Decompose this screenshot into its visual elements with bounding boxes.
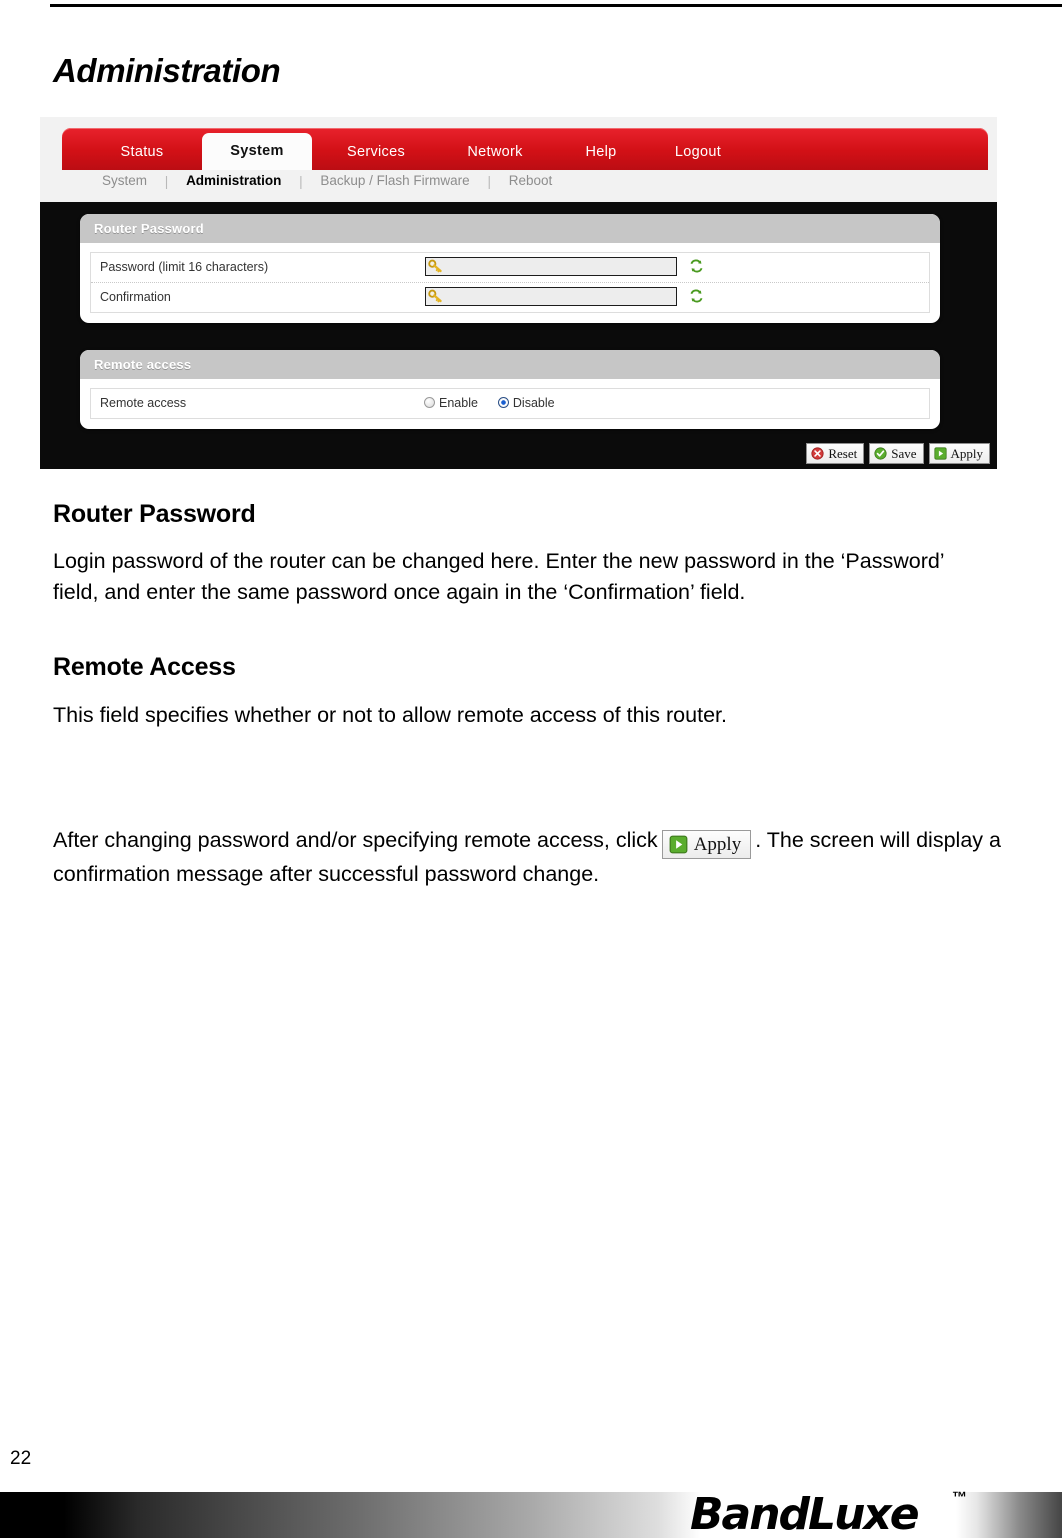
password-input[interactable] <box>425 257 677 276</box>
radio-enable-label: Enable <box>439 396 478 410</box>
save-check-icon <box>874 447 887 460</box>
router-ui-content: Router Password Password (limit 16 chara… <box>40 202 997 469</box>
subnav-item-backup-flash-firmware[interactable]: Backup / Flash Firmware <box>318 173 471 188</box>
refresh-icon[interactable] <box>689 288 704 304</box>
radio-disable-label: Disable <box>512 396 555 410</box>
router-password-panel-heading: Router Password <box>80 214 940 243</box>
reset-x-icon <box>811 447 824 460</box>
tab-system[interactable]: System <box>202 133 312 170</box>
apply-button-label: Apply <box>950 446 984 461</box>
main-tab-bar: Status System Services Network Help Logo… <box>62 128 988 170</box>
radio-disable-icon[interactable] <box>497 397 509 408</box>
router-ui-screenshot: Status System Services Network Help Logo… <box>40 117 997 469</box>
subnav-item-reboot[interactable]: Reboot <box>507 173 555 188</box>
page-title: Administration <box>53 52 281 89</box>
tab-services[interactable]: Services <box>320 135 432 170</box>
sub-nav-bar: System | Administration | Backup / Flash… <box>100 173 555 189</box>
section-heading-remote-access: Remote Access <box>53 653 236 681</box>
password-field-label: Password (limit 16 characters) <box>100 260 269 274</box>
closing-paragraph: After changing password and/or specifyin… <box>53 825 1003 890</box>
confirmation-field-row: Confirmation <box>91 282 929 312</box>
key-icon <box>428 259 442 273</box>
remote-access-panel: Remote access Remote access Enable Disab… <box>80 350 940 429</box>
router-password-panel: Router Password Password (limit 16 chara… <box>80 214 940 323</box>
remote-access-panel-heading: Remote access <box>80 350 940 379</box>
save-button-label: Save <box>891 446 917 461</box>
confirmation-input[interactable] <box>425 287 677 306</box>
radio-enable-icon[interactable] <box>424 397 435 408</box>
section-heading-router-password: Router Password <box>53 500 256 528</box>
remote-access-label: Remote access <box>100 396 187 410</box>
section-body-remote-access: This field specifies whether or not to a… <box>53 703 727 727</box>
section-body-router-password: Login password of the router can be chan… <box>53 549 944 604</box>
bandluxe-logo: BandLuxe <box>690 1489 920 1540</box>
subnav-separator: | <box>164 174 169 189</box>
trademark-symbol: ™ <box>952 1489 967 1506</box>
tab-network[interactable]: Network <box>440 135 550 170</box>
key-icon <box>428 289 442 303</box>
reset-button-label: Reset <box>828 446 858 461</box>
password-field-row: Password (limit 16 characters) <box>91 253 929 282</box>
action-button-row: Reset Save Apply <box>806 443 990 464</box>
router-ui-chrome: Status System Services Network Help Logo… <box>40 117 997 202</box>
refresh-icon[interactable] <box>689 258 704 274</box>
radio-option-disable[interactable]: Disable <box>497 396 555 410</box>
page-number: 22 <box>10 1448 32 1469</box>
header-rule <box>50 4 1062 7</box>
closing-text-before: After changing password and/or specifyin… <box>53 828 658 852</box>
inline-apply-button-label: Apply <box>693 834 742 855</box>
remote-access-fields: Remote access Enable Disable <box>90 388 930 419</box>
remote-access-row: Remote access Enable Disable <box>91 389 929 418</box>
apply-play-icon <box>933 447 947 460</box>
inline-apply-button[interactable]: Apply <box>661 830 752 859</box>
subnav-separator: | <box>299 174 303 189</box>
tab-help[interactable]: Help <box>556 135 646 170</box>
subnav-item-system[interactable]: System <box>100 173 149 188</box>
reset-button[interactable]: Reset <box>806 443 865 464</box>
radio-option-enable[interactable]: Enable <box>424 396 478 410</box>
tab-logout[interactable]: Logout <box>648 135 748 170</box>
apply-play-icon <box>669 835 688 854</box>
router-password-fields: Password (limit 16 characters) Confirmat… <box>90 252 930 313</box>
apply-button[interactable]: Apply <box>928 443 990 464</box>
subnav-separator: | <box>487 174 491 189</box>
tab-status[interactable]: Status <box>88 135 196 170</box>
subnav-item-administration[interactable]: Administration <box>184 173 283 188</box>
remote-access-radio-group: Enable Disable <box>424 389 555 418</box>
confirmation-field-label: Confirmation <box>100 290 171 304</box>
save-button[interactable]: Save <box>869 443 924 464</box>
